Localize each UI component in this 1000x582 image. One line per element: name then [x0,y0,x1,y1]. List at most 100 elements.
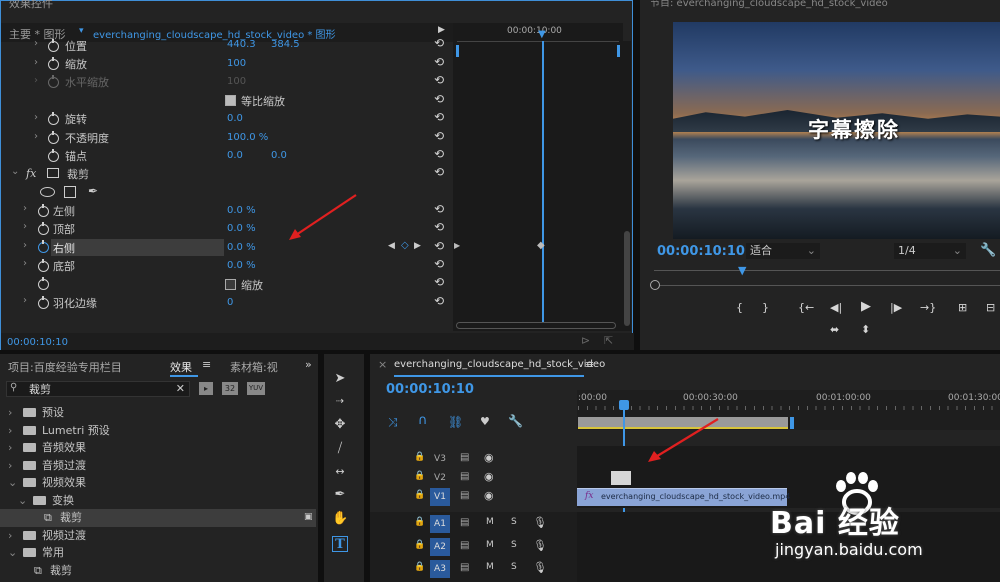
chevron-right-icon[interactable]: › [8,527,12,544]
reset-icon[interactable]: ⟲ [434,220,444,234]
sequence-tab[interactable]: everchanging_cloudscape_hd_stock_video [394,359,605,370]
reset-icon[interactable]: ⟲ [434,92,444,106]
reset-icon[interactable]: ⟲ [434,202,444,216]
sync-lock-icon[interactable]: ▤ [460,540,469,551]
reset-icon[interactable]: ⟲ [434,239,444,253]
chevron-right-icon[interactable]: › [8,404,12,421]
ellipse-mask-icon[interactable] [40,187,55,197]
program-timecode[interactable]: 00:00:10:10 [657,244,745,259]
mute-button[interactable]: M [486,562,494,572]
go-to-in-icon[interactable]: {← [798,301,814,314]
stopwatch-icon[interactable] [48,131,59,144]
next-keyframe-icon[interactable]: ▶ [414,241,421,251]
prop-value[interactable]: 100.0 % [227,132,268,143]
chevron-right-icon[interactable]: › [23,240,27,251]
track-label-active[interactable]: A3 [430,560,450,578]
keyframe-diamond[interactable]: ◆ [537,240,545,251]
playhead-handle[interactable] [619,400,629,410]
overwrite-icon[interactable]: ⊟ [986,301,995,314]
sync-lock-icon[interactable]: ▤ [460,471,469,482]
tree-item-video-transitions[interactable]: › 视频过渡 [0,527,316,545]
solo-button[interactable]: S [511,562,517,572]
reset-icon[interactable]: ⟲ [434,165,444,179]
ripple-edit-tool-icon[interactable]: ✥ [332,417,348,433]
tab-project[interactable]: 项目:百度经验专用栏目 [8,359,122,375]
reset-icon[interactable]: ⟲ [434,294,444,308]
settings-wrench-icon[interactable]: 🔧 [508,414,523,428]
tab-bins[interactable]: 素材箱:视 [230,359,278,375]
wrench-icon[interactable]: 🔧 [980,243,996,258]
reset-icon[interactable]: ⟲ [434,55,444,69]
filter-icon[interactable]: ⊳ [581,334,590,347]
step-back-icon[interactable]: ◀| [830,301,842,314]
menu-icon[interactable]: ≡ [585,358,594,371]
razor-tool-icon[interactable]: ⧸ [332,441,348,457]
chevron-down-icon[interactable]: ⌄ [18,492,27,509]
sync-lock-icon[interactable]: ▤ [460,517,469,528]
scrubber-track[interactable] [660,285,1000,286]
prop-value[interactable]: 0.0 % [227,223,256,234]
video-clip-v1[interactable]: fx everchanging_cloudscape_hd_stock_vide… [577,488,790,506]
go-to-out-icon[interactable]: →} [920,301,936,314]
step-forward-icon[interactable]: |▶ [890,301,902,314]
chevron-right-icon[interactable]: › [34,131,38,142]
lock-icon[interactable]: 🔒 [414,452,425,462]
tree-item-common[interactable]: ⌄ 常用 [0,544,316,562]
pen-tool-icon[interactable]: ✒ [332,487,348,503]
linked-selection-icon[interactable]: ⛓ [448,415,463,429]
rectangle-mask-icon[interactable] [64,186,76,198]
chevron-down-icon[interactable]: ⌄ [8,474,17,491]
add-keyframe-icon[interactable]: ◇ [401,240,409,251]
chevron-right-icon[interactable]: › [8,457,12,474]
mark-in-icon[interactable]: { [736,301,743,314]
graphic-clip-v2[interactable] [611,471,631,485]
yuv-filter-icon[interactable]: YUV [247,382,265,395]
reset-icon[interactable]: ⟲ [434,129,444,143]
stopwatch-icon[interactable] [38,259,49,272]
type-tool-icon[interactable]: T [332,536,348,552]
menu-icon[interactable]: ≡ [202,358,211,371]
stopwatch-icon[interactable] [38,296,49,309]
stopwatch-icon[interactable] [48,149,59,162]
chevron-down-icon[interactable]: ⌄ [11,166,19,177]
mute-button[interactable]: M [486,540,494,550]
track-select-tool-icon[interactable]: ⇢ [332,394,348,410]
resolution-select[interactable]: 1/4 ⌄ [894,243,966,259]
search-input[interactable] [29,382,169,396]
chevron-right-icon[interactable]: › [23,295,27,306]
sync-lock-icon[interactable]: ▤ [460,562,469,573]
track-label-active[interactable]: V1 [430,488,450,506]
mark-out-icon[interactable]: } [762,301,769,314]
add-marker-icon[interactable]: ♥ [480,415,490,428]
prop-value[interactable]: 0.0 % [227,242,256,253]
fx-badge[interactable]: fx [26,167,36,180]
reset-icon[interactable]: ⟲ [434,36,444,50]
chevron-down-icon[interactable]: ⌄ [8,544,17,561]
zoom-checkbox[interactable] [225,279,236,290]
current-time[interactable]: 00:00:10:10 [7,337,68,348]
prop-value[interactable]: 0.0 [227,113,243,124]
reset-icon[interactable]: ⟲ [434,147,444,161]
prop-value[interactable]: 0.0 % [227,260,256,271]
uniform-scale-checkbox[interactable] [225,95,236,106]
tree-item-crop-selected[interactable]: ⧉ 裁剪 ▣ [0,509,316,527]
microphone-icon[interactable]: 🎙 [533,516,547,529]
stopwatch-icon[interactable] [38,204,49,217]
reset-icon[interactable]: ⟲ [434,110,444,124]
track-label[interactable]: V3 [430,450,450,468]
clear-icon[interactable]: ✕ [176,382,185,395]
more-tabs-icon[interactable]: » [305,358,312,371]
32bit-filter-icon[interactable]: 32 [222,382,238,395]
eye-icon[interactable]: ◉ [484,489,494,502]
close-icon[interactable]: × [378,358,387,371]
prop-value[interactable]: 440.3 [227,39,256,50]
video-frame[interactable]: 字幕擦除 [673,22,1000,239]
reset-icon[interactable]: ⟲ [434,275,444,289]
chevron-right-icon[interactable]: › [8,439,12,456]
accelerated-filter-icon[interactable]: ▸ [199,382,213,395]
snap-icon[interactable]: ∩ [418,413,428,428]
timeline-timecode[interactable]: 00:00:10:10 [386,382,474,397]
stopwatch-icon[interactable] [48,112,59,125]
tree-item-audio-effects[interactable]: › 音频效果 [0,439,316,457]
prop-value[interactable]: 0.0 [271,150,287,161]
